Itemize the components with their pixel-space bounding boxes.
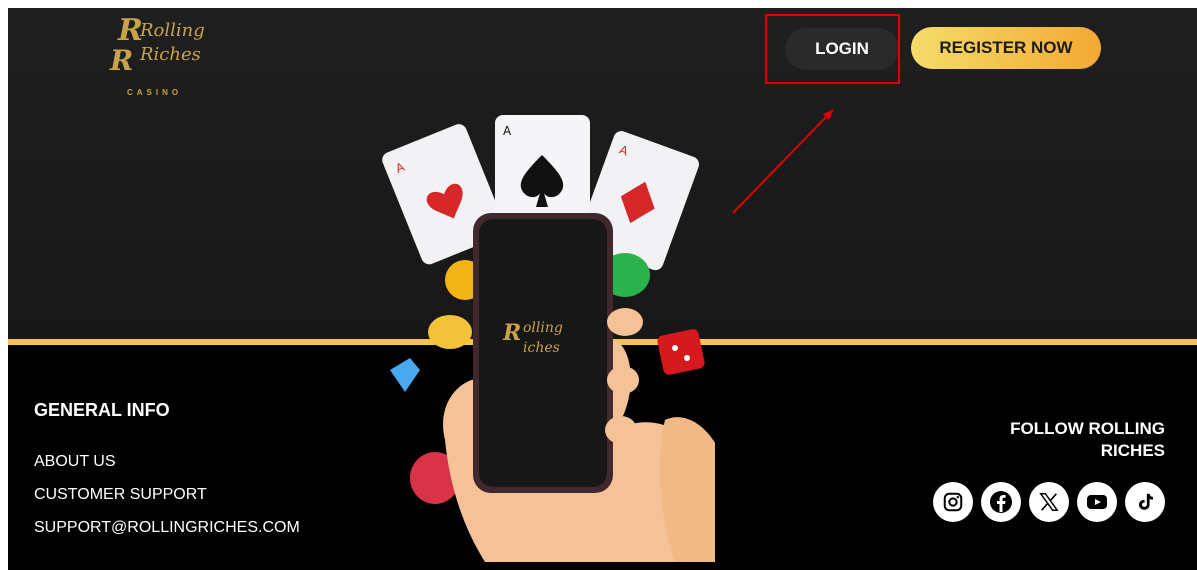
register-button[interactable]: REGISTER NOW (911, 27, 1101, 69)
about-us-link[interactable]: ABOUT US (34, 453, 116, 471)
svg-text:R: R (109, 44, 133, 77)
support-email-link[interactable]: SUPPORT@ROLLINGRICHES.COM (34, 519, 300, 537)
follow-heading-line1: FOLLOW ROLLING (1010, 419, 1165, 438)
svg-text:A: A (503, 124, 512, 138)
follow-heading-line2: RICHES (1100, 441, 1165, 460)
tiktok-icon[interactable] (1125, 482, 1165, 522)
facebook-icon[interactable] (981, 482, 1021, 522)
logo-line2: Riches (139, 44, 201, 65)
svg-text:R: R (502, 320, 521, 346)
casino-phone-illustration: A A A R olling iches (382, 115, 715, 562)
login-highlight-box (765, 14, 900, 84)
logo-mark: R R Rolling Riches (109, 13, 205, 77)
x-icon[interactable] (1029, 482, 1069, 522)
logo-line1: Rolling (139, 20, 205, 41)
youtube-icon[interactable] (1077, 482, 1117, 522)
brand-logo[interactable]: R R Rolling Riches CASINO (100, 12, 220, 97)
follow-heading: FOLLOW ROLLING RICHES (945, 418, 1165, 462)
general-info-heading: GENERAL INFO (34, 400, 170, 420)
social-icons (933, 482, 1165, 522)
annotation-arrow (732, 109, 834, 214)
svg-text:iches: iches (523, 340, 560, 356)
logo-casino-text: CASINO (127, 88, 183, 97)
instagram-icon[interactable] (933, 482, 973, 522)
customer-support-link[interactable]: CUSTOMER SUPPORT (34, 486, 207, 504)
svg-text:olling: olling (523, 320, 563, 336)
